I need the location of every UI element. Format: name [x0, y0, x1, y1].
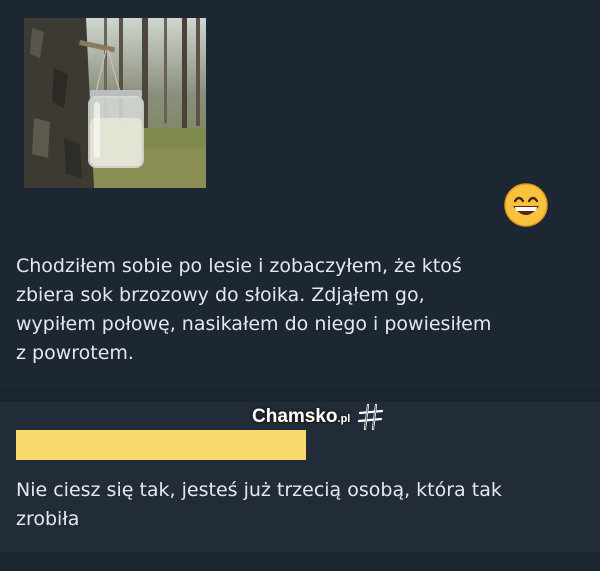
birch-jar-image [24, 18, 206, 188]
post-photo[interactable] [24, 18, 206, 188]
highlight-bar [16, 430, 306, 460]
reply-card: Nie ciesz się tak, jesteś już trzecią os… [0, 388, 600, 571]
logo-text: Chamsko.pl [252, 406, 351, 427]
reply-text: Nie ciesz się tak, jesteś już trzecią os… [16, 479, 502, 530]
hashtag-icon [358, 403, 384, 431]
post-text: Chodziłem sobie po lesie i zobaczyłem, ż… [16, 255, 492, 364]
post-card: Chodziłem sobie po lesie i zobaczyłem, ż… [0, 0, 600, 388]
chamsko-logo: Chamsko.pl [252, 402, 386, 432]
grinning-face-emoji-icon [501, 180, 551, 230]
